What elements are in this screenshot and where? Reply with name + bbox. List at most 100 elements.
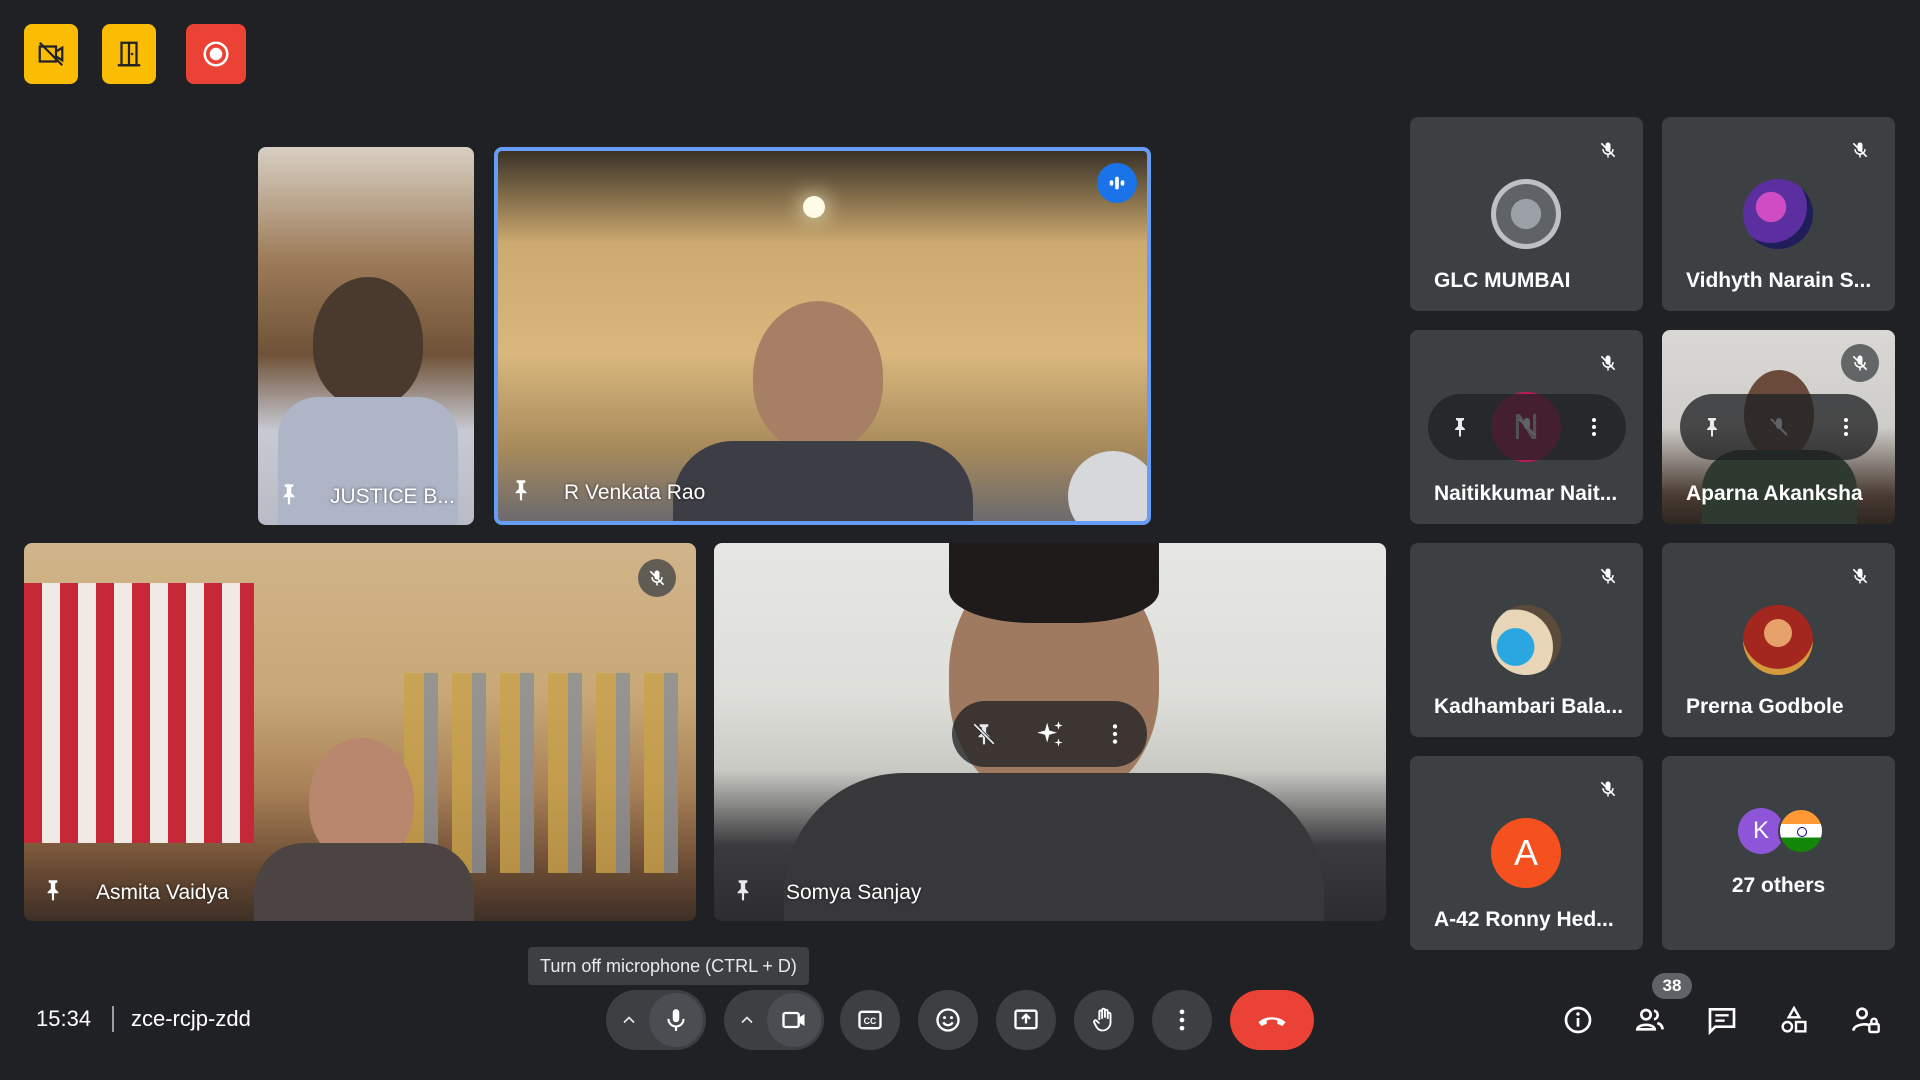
video-tile-somya-sanjay[interactable]: Somya Sanjay <box>714 543 1386 921</box>
captions-icon: CC <box>858 1010 882 1030</box>
grid-tile-others[interactable]: K 27 others <box>1662 756 1895 950</box>
tile-hover-controls <box>1680 394 1878 460</box>
grid-tile-vidhyth-narain[interactable]: Vidhyth Narain S... <box>1662 117 1895 311</box>
emoji-reactions-icon <box>936 1008 960 1032</box>
participant-name: Kadhambari Bala... <box>1434 695 1624 718</box>
visual-effects-button[interactable] <box>1032 716 1068 752</box>
pin-icon[interactable] <box>508 475 534 505</box>
participant-video-clothing <box>254 843 474 921</box>
avatar-initial: K <box>1752 817 1769 844</box>
grid-tile-glc-mumbai[interactable]: GLC MUMBAI <box>1410 117 1643 311</box>
camera-control-group <box>724 990 824 1050</box>
video-tile-r-venkata-rao[interactable]: R Venkata Rao <box>494 147 1151 525</box>
mute-participant-button[interactable] <box>1761 409 1797 445</box>
participant-name: A-42 Ronny Hed... <box>1434 908 1614 931</box>
no-video-feed-icon <box>38 41 64 67</box>
avatar-initial: A <box>1513 832 1538 873</box>
participant-video-hair <box>949 543 1159 623</box>
chat-button[interactable] <box>1697 995 1747 1045</box>
sparkle-effects-icon <box>1036 721 1063 747</box>
microphone-options-button[interactable] <box>609 995 649 1045</box>
meeting-details-button[interactable] <box>1553 995 1603 1045</box>
grid-tile-aparna-akanksha[interactable]: Aparna Akanksha <box>1662 330 1895 524</box>
avatar <box>1743 605 1813 675</box>
mic-off-icon <box>1852 355 1868 371</box>
activities-button[interactable] <box>1769 995 1819 1045</box>
mic-off-icon <box>1852 142 1868 158</box>
tile-hover-controls <box>952 701 1147 767</box>
tile-hover-controls <box>1428 394 1626 460</box>
mic-off-icon <box>1600 355 1616 371</box>
people-count-badge: 38 <box>1652 973 1692 999</box>
muted-indicator <box>1589 770 1627 808</box>
tile-more-options-button[interactable] <box>1097 716 1133 752</box>
people-icon <box>1635 1008 1664 1031</box>
pin-icon[interactable] <box>276 479 302 509</box>
unpin-button[interactable] <box>966 716 1002 752</box>
meeting-details-icon <box>1564 1006 1592 1034</box>
participant-name: JUSTICE B... <box>330 485 455 508</box>
reactions-button[interactable] <box>918 990 978 1050</box>
ceiling-light <box>803 196 825 218</box>
muted-indicator <box>1841 557 1879 595</box>
video-tile-asmita-vaidya[interactable]: Asmita Vaidya <box>24 543 696 921</box>
door-exit-icon <box>117 41 141 67</box>
hide-video-feed-badge[interactable] <box>24 24 78 84</box>
microphone-control-group <box>606 990 706 1050</box>
more-options-button[interactable] <box>1152 990 1212 1050</box>
avatar <box>1491 179 1561 249</box>
pin-button[interactable] <box>1694 409 1730 445</box>
avatar <box>1743 179 1813 249</box>
present-screen-icon <box>1014 1009 1038 1030</box>
more-vert-icon <box>1844 418 1848 436</box>
microphone-tooltip: Turn off microphone (CTRL + D) <box>528 947 809 985</box>
mic-off-icon <box>649 570 665 586</box>
captions-button[interactable]: CC <box>840 990 900 1050</box>
camera-options-button[interactable] <box>727 995 767 1045</box>
grid-tile-prerna-godbole[interactable]: Prerna Godbole <box>1662 543 1895 737</box>
mic-off-icon <box>1600 781 1616 797</box>
muted-indicator <box>1841 131 1879 169</box>
grid-tile-a42-ronny[interactable]: A A-42 Ronny Hed... <box>1410 756 1643 950</box>
end-call-icon <box>1258 1017 1286 1026</box>
grid-tile-kadhambari[interactable]: Kadhambari Bala... <box>1410 543 1643 737</box>
grid-tile-naitikkumar[interactable]: N Naitikkumar Nait... <box>1410 330 1643 524</box>
mic-off-icon <box>1518 418 1536 436</box>
striped-curtain <box>24 583 254 843</box>
pin-icon[interactable] <box>730 875 756 905</box>
microphone-button[interactable] <box>649 993 703 1047</box>
people-button[interactable] <box>1625 995 1675 1045</box>
chevron-up-icon <box>741 1016 753 1024</box>
more-vert-icon <box>1592 418 1596 436</box>
pin-button[interactable] <box>1442 409 1478 445</box>
unpin-icon <box>973 723 995 745</box>
camera-button[interactable] <box>767 993 821 1047</box>
trophy-shelf <box>404 673 684 873</box>
meeting-time: 15:34 <box>36 1006 92 1031</box>
meeting-code[interactable]: zce-rcjp-zdd <box>131 1006 251 1032</box>
present-now-button[interactable] <box>996 990 1056 1050</box>
host-controls-button[interactable] <box>1841 995 1891 1045</box>
people-count: 38 <box>1662 976 1682 995</box>
room-badge[interactable] <box>102 24 156 84</box>
pin-icon[interactable] <box>40 875 66 905</box>
muted-indicator <box>1589 131 1627 169</box>
tile-more-options-button[interactable] <box>1576 409 1612 445</box>
svg-text:CC: CC <box>864 1016 877 1026</box>
recording-badge[interactable] <box>186 24 246 84</box>
host-controls-icon <box>1852 1007 1880 1034</box>
participant-video-figure <box>313 277 423 407</box>
participant-name: Vidhyth Narain S... <box>1686 269 1872 292</box>
mute-participant-button[interactable] <box>1509 409 1545 445</box>
raise-hand-button[interactable] <box>1074 990 1134 1050</box>
participant-name: Prerna Godbole <box>1686 695 1844 718</box>
video-tile-justice-b[interactable]: JUSTICE B... <box>258 147 474 525</box>
end-call-button[interactable] <box>1230 990 1314 1050</box>
pin-icon <box>1707 418 1717 437</box>
participant-name: Asmita Vaidya <box>96 881 229 904</box>
tile-more-options-button[interactable] <box>1828 409 1864 445</box>
mic-off-icon <box>1600 142 1616 158</box>
participant-video-suit <box>673 441 973 521</box>
participant-name: GLC MUMBAI <box>1434 269 1571 292</box>
pin-icon <box>1455 418 1465 437</box>
